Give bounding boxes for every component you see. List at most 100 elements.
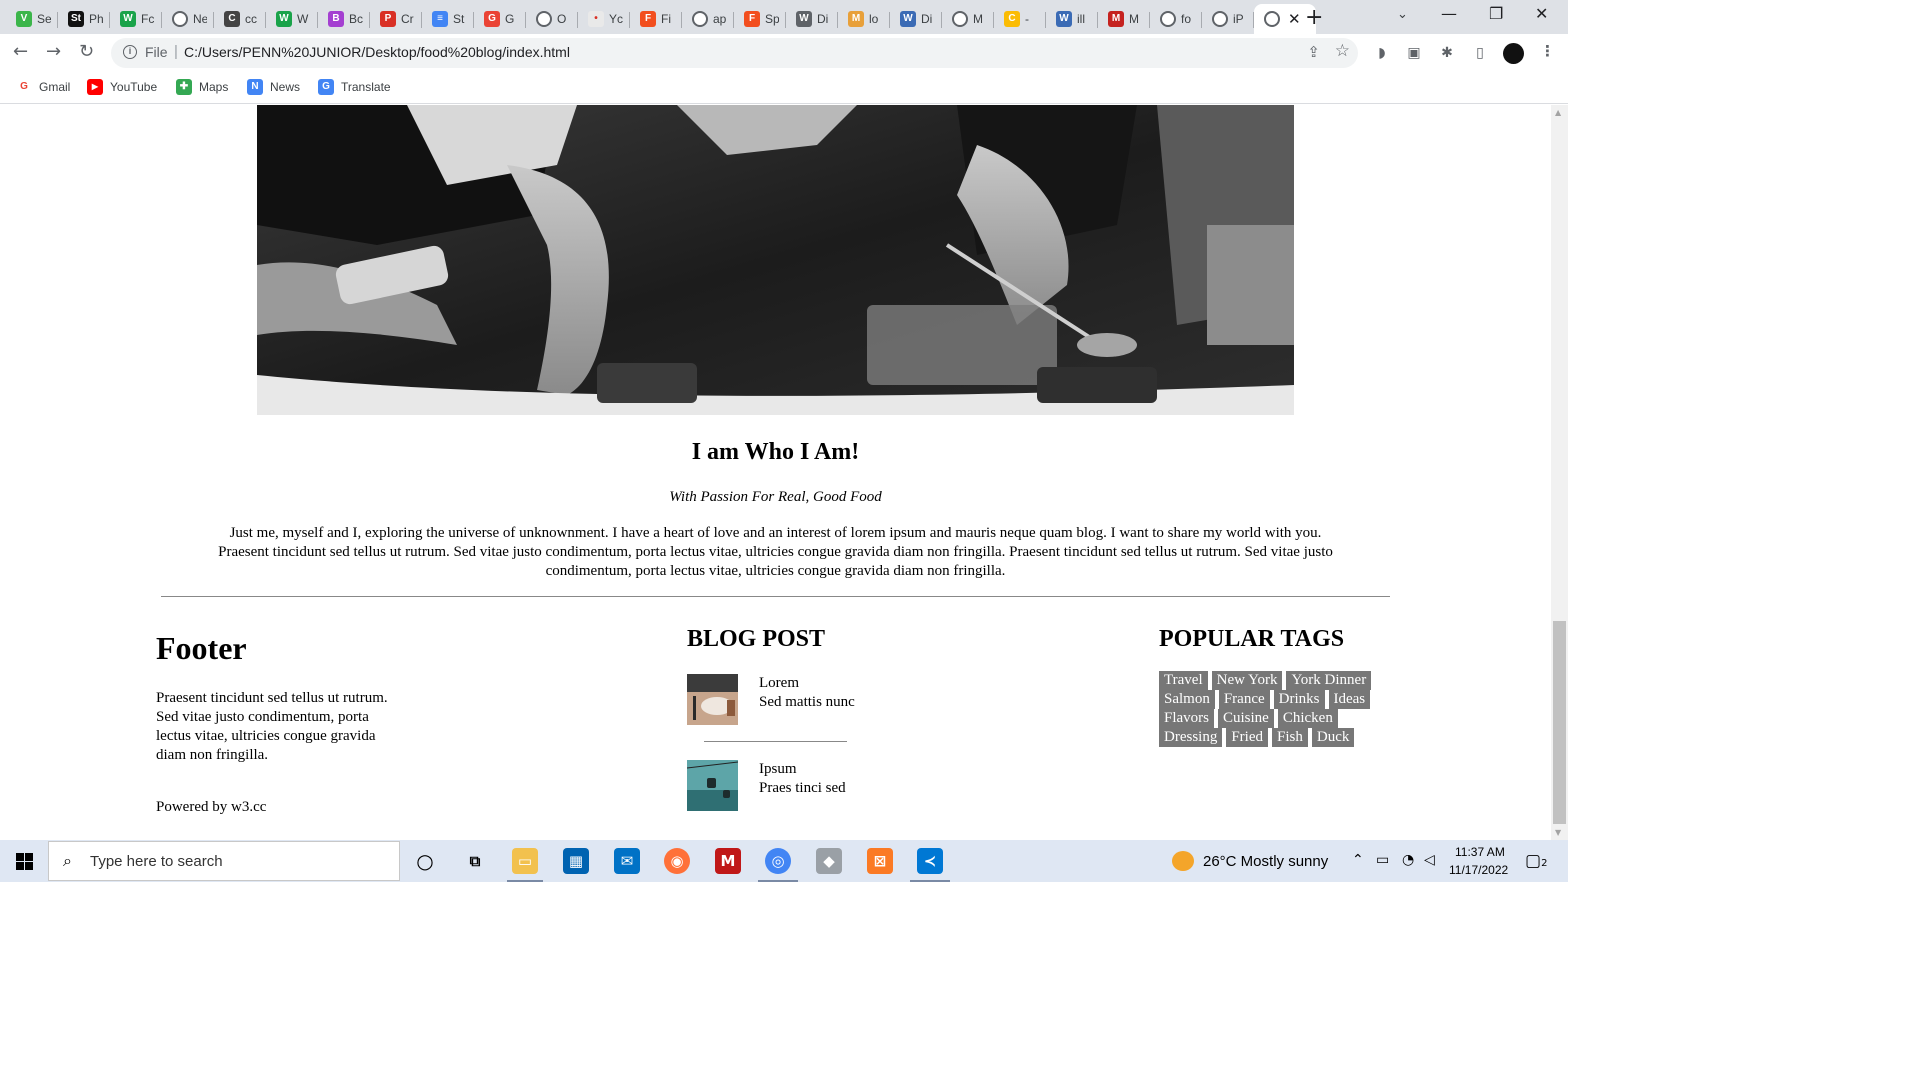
browser-tab[interactable]: Ccc [214,4,266,34]
url-separator: | [174,43,178,60]
bookmark-star-icon[interactable]: ☆ [1335,41,1350,61]
browser-tab[interactable]: P Cr [370,4,422,34]
battery-icon[interactable]: ▭ [1376,852,1389,868]
close-window-button[interactable]: ✕ [1535,4,1548,23]
vscode-icon[interactable]: ≺ [917,848,943,874]
weather-status[interactable]: 26°C Mostly sunny [1203,853,1328,870]
tag-link[interactable]: France [1218,690,1270,709]
task-view-icon[interactable]: ⧉ [462,848,488,874]
bookmark-maps[interactable]: ✚ Maps [176,79,228,95]
forward-button[interactable]: → [46,41,61,62]
clock-time[interactable]: 11:37 AM [1455,845,1505,859]
chrome-icon[interactable]: ◎ [765,848,791,874]
browser-tab[interactable]: fo [1150,4,1202,34]
profile-avatar[interactable] [1503,43,1524,64]
scroll-down-arrow-icon[interactable]: ▼ [1555,828,1561,837]
back-button[interactable]: ← [13,41,28,62]
browser-tab[interactable]: O [526,4,578,34]
browser-tab[interactable]: Will [1046,4,1098,34]
browser-tab[interactable]: F Fi [630,4,682,34]
info-icon[interactable]: i [123,45,137,59]
volume-icon[interactable]: ◁ [1424,852,1435,868]
scroll-thumb[interactable] [1553,621,1566,824]
browser-tab[interactable]: Mlo [838,4,890,34]
search-placeholder[interactable]: Type here to search [90,853,223,870]
intro-paragraph: Just me, myself and I, exploring the uni… [218,525,1333,579]
tag-link[interactable]: Flavors [1159,709,1214,728]
tag-link[interactable]: Chicken [1277,709,1338,728]
browser-tab[interactable]: M [942,4,994,34]
url-text[interactable]: C:/Users/PENN%20JUNIOR/Desktop/food%20bl… [184,44,570,60]
extensions-puzzle-icon[interactable]: ✱ [1438,44,1456,62]
browser-tab[interactable]: W Di [890,4,942,34]
tag-link[interactable]: Travel [1159,671,1208,690]
bookmark-translate[interactable]: G Translate [318,79,391,95]
bookmark-news[interactable]: N News [247,79,300,95]
taskbar-search-box[interactable]: ⌕ Type here to search [48,841,400,881]
clock-date[interactable]: 11/17/2022 [1449,863,1508,877]
tag-link[interactable]: New York [1211,671,1283,690]
tab-search-icon[interactable]: ⌄ [1397,7,1408,22]
tag-link[interactable]: York Dinner [1286,671,1372,690]
minimize-button[interactable]: — [1441,4,1457,23]
browser-tab[interactable]: MM [1098,4,1150,34]
browser-tab[interactable]: F Sp [734,4,786,34]
tag-link[interactable]: Cuisine [1218,709,1274,728]
weather-sun-icon[interactable] [1172,851,1194,871]
tag-link[interactable]: Salmon [1159,690,1215,709]
tag-link[interactable]: Fish [1272,728,1308,747]
browser-tab[interactable]: ≡ St [422,4,474,34]
blog-post-item[interactable]: Lorem Sed mattis nunc [687,674,855,725]
blog-post-thumbnail [687,674,738,725]
git-client-icon[interactable]: ◆ [816,848,842,874]
reload-button[interactable]: ↻ [79,41,94,62]
firefox-icon[interactable]: ◉ [664,848,690,874]
side-panel-icon[interactable]: ▯ [1471,44,1489,62]
tag-link[interactable]: Ideas [1328,690,1371,709]
browser-tab[interactable]: GG [474,4,526,34]
blog-post-title[interactable]: Lorem [759,674,855,693]
browser-tab[interactable]: Ne [162,4,214,34]
browser-tab[interactable]: St Ph [58,4,110,34]
browser-tab[interactable]: iP [1202,4,1254,34]
tab-title: cc [245,12,257,26]
scroll-up-arrow-icon[interactable]: ▲ [1555,108,1561,117]
browser-tab[interactable]: V Se [6,4,58,34]
address-bar[interactable]: i File | C:/Users/PENN%20JUNIOR/Desktop/… [111,38,1358,68]
tab-close-icon[interactable]: ✕ [1288,10,1301,28]
bookmark-gmail[interactable]: G Gmail [16,79,70,95]
page-scrollbar[interactable]: ▲ ▼ [1551,105,1568,840]
browser-tab[interactable]: WW [266,4,318,34]
file-explorer-icon[interactable]: ▭ [512,848,538,874]
browser-tab[interactable]: W Fc [110,4,162,34]
tag-link[interactable]: Duck [1311,728,1355,747]
cortana-icon[interactable]: ○ [412,848,438,874]
tag-link[interactable]: Dressing [1159,728,1223,747]
wifi-icon[interactable]: ◔ [1402,852,1414,868]
extension-mask-icon[interactable]: ◗ [1373,44,1391,62]
browser-tab[interactable]: C- [994,4,1046,34]
restore-button[interactable]: ❐ [1489,4,1503,23]
tag-link[interactable]: Fried [1226,728,1268,747]
browser-tab[interactable]: W Di [786,4,838,34]
pocket-icon[interactable]: ▣ [1405,44,1423,62]
xampp-icon[interactable]: ⊠ [867,848,893,874]
browser-menu-icon[interactable]: ⋮ [1540,42,1555,60]
tag-link[interactable]: Drinks [1273,690,1325,709]
blog-post-item[interactable]: Ipsum Praes tinci sed [687,760,846,811]
share-icon[interactable]: ⇪ [1307,43,1320,61]
browser-tab[interactable]: ap [682,4,734,34]
windows-start-icon[interactable] [16,853,33,870]
browser-tab[interactable]: B Bc [318,4,370,34]
tray-chevron-up-icon[interactable]: ⌃ [1352,852,1364,868]
notification-icon[interactable]: ▢2 [1525,851,1547,871]
blog-post-title[interactable]: Ipsum [759,760,846,779]
mail-icon[interactable]: ✉ [614,848,640,874]
browser-tab[interactable]: • Yc [578,4,630,34]
store-icon[interactable]: ▦ [563,848,589,874]
mcafee-icon[interactable]: M [715,848,741,874]
bookmark-youtube[interactable]: ▶ YouTube [87,79,157,95]
new-tab-button[interactable]: + [1305,5,1323,30]
tab-title: M [973,12,983,26]
tab-favicon-icon: C [224,11,240,27]
